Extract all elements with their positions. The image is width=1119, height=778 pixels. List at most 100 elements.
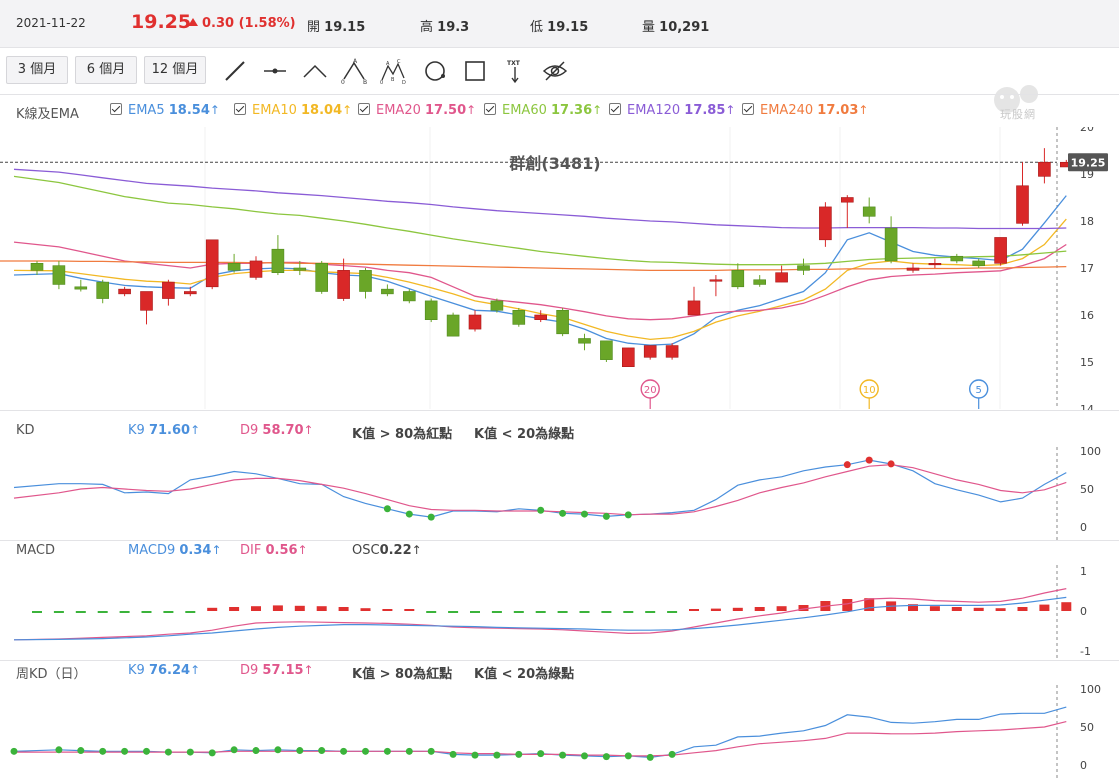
green-dot bbox=[10, 747, 18, 755]
candle-body bbox=[359, 270, 372, 292]
tick-label: 100 bbox=[1080, 685, 1101, 696]
osc-bar bbox=[470, 611, 480, 613]
macd9-value: 0.34 bbox=[179, 543, 212, 558]
macd-dif: DIF 0.56↑ bbox=[240, 543, 308, 558]
last-price: 19.25 bbox=[131, 11, 192, 33]
price-change: 0.30 (1.58%) bbox=[188, 16, 296, 31]
horizontal-line-icon[interactable] bbox=[262, 58, 288, 84]
candle-body bbox=[687, 300, 701, 316]
candle-body bbox=[578, 338, 591, 344]
svg-text:0: 0 bbox=[380, 80, 383, 84]
candle-body bbox=[381, 288, 394, 295]
ema5-label: EMA5 bbox=[128, 103, 165, 118]
osc-bar bbox=[1017, 607, 1028, 611]
tick-label: 50 bbox=[1080, 721, 1094, 734]
ema120-checkbox[interactable] bbox=[609, 103, 621, 115]
abc-pattern-icon[interactable]: A 0 B bbox=[341, 58, 367, 86]
candle-body bbox=[928, 263, 942, 266]
open-value: 19.15 bbox=[324, 20, 366, 35]
ema20-toggle[interactable]: EMA20 17.50↑ bbox=[358, 103, 476, 118]
ema120-line bbox=[13, 168, 1067, 230]
abcd-pattern-icon[interactable]: A C 0 B D bbox=[380, 58, 406, 86]
range-3m-button[interactable]: 3 個月 bbox=[6, 56, 68, 84]
ema20-label: EMA20 bbox=[376, 103, 421, 118]
green-dot bbox=[624, 752, 632, 760]
ema240-toggle[interactable]: EMA240 17.03↑ bbox=[742, 103, 868, 118]
kd-k: K9 71.60↑ bbox=[128, 423, 200, 438]
low-label: 低 bbox=[530, 20, 544, 35]
quote-header: 2021-11-22 19.25 0.30 (1.58%) 開 19.15 高 … bbox=[0, 0, 1119, 48]
low-value: 19.15 bbox=[547, 20, 589, 35]
price-axis: 2019181716151419.25 bbox=[1068, 127, 1108, 411]
svg-text:B: B bbox=[391, 77, 395, 83]
wkd-d-value: 57.15 bbox=[262, 663, 304, 678]
candle-body bbox=[884, 227, 898, 262]
green-dot bbox=[405, 510, 413, 518]
candle-body bbox=[665, 345, 679, 358]
ema240-value: 17.03 bbox=[817, 103, 859, 118]
rectangle-icon[interactable] bbox=[462, 58, 488, 84]
ema60-toggle[interactable]: EMA60 17.36↑ bbox=[484, 103, 602, 118]
wkd-note-green: K值 < 20為綠點 bbox=[474, 667, 575, 682]
green-dot bbox=[471, 751, 479, 759]
osc-bar bbox=[272, 605, 283, 611]
range-6m-button[interactable]: 6 個月 bbox=[75, 56, 137, 84]
osc-bar bbox=[119, 611, 130, 613]
kd-d-label: D9 bbox=[240, 423, 259, 438]
macd-osc: OSC0.22↑ bbox=[352, 543, 422, 558]
kd-k-label: K9 bbox=[128, 423, 145, 438]
text-annotation-icon[interactable]: TXT bbox=[502, 58, 528, 84]
osc-bar bbox=[535, 611, 546, 613]
ema60-checkbox[interactable] bbox=[484, 103, 496, 115]
macd-title: MACD bbox=[16, 543, 55, 558]
ema5-checkbox[interactable] bbox=[110, 103, 122, 115]
green-dot bbox=[121, 747, 129, 755]
osc-bar bbox=[251, 606, 261, 611]
kd-d-value: 58.70 bbox=[262, 423, 304, 438]
osc-bar bbox=[776, 606, 787, 611]
osc-value: 0.22 bbox=[379, 543, 412, 558]
ema10-toggle[interactable]: EMA10 18.04↑ bbox=[234, 103, 352, 118]
candle-body bbox=[446, 314, 460, 337]
price-change-value: 0.30 (1.58%) bbox=[202, 16, 296, 31]
osc-bar bbox=[732, 607, 743, 611]
ema120-toggle[interactable]: EMA120 17.85↑ bbox=[609, 103, 735, 118]
osc-bar bbox=[645, 611, 656, 613]
osc-bar bbox=[623, 611, 634, 613]
up-arrow-icon: ↑ bbox=[342, 103, 353, 117]
circle-icon[interactable] bbox=[422, 58, 448, 84]
svg-text:0: 0 bbox=[341, 79, 345, 84]
ema5-toggle[interactable]: EMA5 18.54↑ bbox=[110, 103, 220, 118]
svg-text:TXT: TXT bbox=[507, 60, 521, 67]
ema60-label: EMA60 bbox=[502, 103, 547, 118]
ema20-checkbox[interactable] bbox=[358, 103, 370, 115]
green-dot bbox=[449, 750, 457, 758]
candle-body bbox=[52, 265, 66, 285]
candle-body bbox=[994, 237, 1007, 264]
candle-body bbox=[249, 260, 263, 278]
red-dot bbox=[887, 460, 895, 468]
candle-body bbox=[753, 279, 767, 285]
ema5-value: 18.54 bbox=[168, 103, 210, 118]
ema240-checkbox[interactable] bbox=[742, 103, 754, 115]
osc-bar bbox=[32, 611, 42, 613]
macd9-label: MACD9 bbox=[128, 543, 176, 558]
range-12m-button[interactable]: 12 個月 bbox=[144, 56, 206, 84]
tick-label: 0 bbox=[1080, 521, 1087, 534]
kd-note-red: K值 > 80為紅點 bbox=[352, 427, 453, 442]
up-arrow-icon: ↑ bbox=[297, 543, 308, 557]
hide-drawings-icon[interactable] bbox=[542, 58, 568, 84]
weekly-kd-title: 周KD（日） bbox=[16, 667, 87, 682]
green-dot bbox=[668, 750, 676, 758]
tick-label: 0 bbox=[1080, 759, 1087, 772]
candle-body bbox=[950, 255, 964, 262]
candle-body bbox=[512, 310, 526, 325]
angle-line-icon[interactable] bbox=[302, 58, 328, 84]
dif-label: DIF bbox=[240, 543, 262, 558]
up-arrow-icon: ↑ bbox=[303, 663, 314, 677]
osc-bar bbox=[513, 611, 524, 613]
macd-legend: MACD MACD9 0.34 ↑ DIF 0.56↑ OSC0.22↑ bbox=[0, 543, 1060, 563]
low-price: 低 19.15 bbox=[530, 16, 588, 35]
trend-line-icon[interactable] bbox=[222, 58, 248, 84]
ema10-checkbox[interactable] bbox=[234, 103, 246, 115]
